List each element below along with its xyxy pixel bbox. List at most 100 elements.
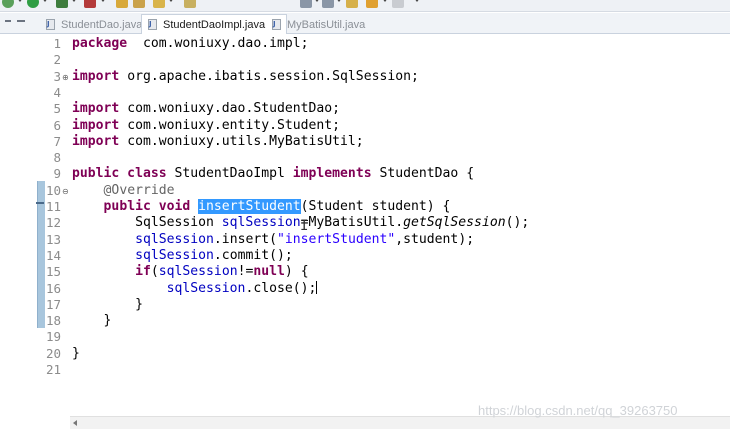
last-edit-icon[interactable] — [346, 0, 358, 8]
back-icon[interactable] — [366, 0, 378, 8]
code-token: import — [72, 101, 120, 117]
code-token: ) { — [284, 264, 309, 280]
tab-studentdaoimpl[interactable]: J StudentDaoImpl.java ✕ — [141, 14, 287, 35]
code-line[interactable]: 10 ⊖ @Override — [0, 183, 730, 199]
code-token: .close(); — [245, 280, 317, 296]
code-text: import com.woniuxy.dao.StudentDao; — [72, 101, 340, 117]
text-cursor-icon: I — [300, 218, 309, 234]
fold-toggle-icon[interactable]: ⊖ — [62, 187, 69, 196]
line-number: 4 — [53, 84, 61, 100]
code-line[interactable]: 16 sqlSession.close(); — [0, 280, 730, 297]
back-dropdown-icon[interactable] — [382, 0, 388, 2]
code-token: =MyBatisUtil. — [300, 215, 404, 231]
run-dropdown-icon[interactable] — [42, 0, 48, 2]
code-line[interactable]: 15 if(sqlSession!=null) { — [0, 264, 730, 280]
line-number: 12 — [45, 215, 61, 231]
open-folder-icon[interactable] — [133, 0, 145, 8]
line-number: 19 — [45, 329, 61, 345]
line-number: 3 — [53, 68, 61, 84]
code-line[interactable]: 12 SqlSession sqlSession=MyBatisUtil.get… — [0, 215, 730, 231]
java-file-icon: J — [271, 19, 282, 30]
maximize-icon[interactable] — [17, 20, 25, 22]
search-icon[interactable] — [153, 0, 165, 8]
code-line[interactable]: 11 public void insertStudent(Student stu… — [0, 199, 730, 215]
code-token: com.woniuxy.dao.StudentDao; — [119, 101, 341, 117]
line-number: 10 — [45, 182, 61, 198]
code-token: sqlSession — [135, 247, 214, 263]
tab-mybatisutil[interactable]: J MyBatisUtil.java — [266, 15, 371, 34]
code-editor[interactable]: 1 package com.woniuxy.dao.impl; 2 3 ⊕ import … — [0, 34, 730, 429]
next-annotation-dropdown-icon[interactable] — [314, 0, 320, 2]
line-number: 8 — [53, 150, 61, 166]
line-number: 2 — [53, 52, 61, 68]
line-number: 21 — [45, 362, 61, 377]
code-token: @Override — [103, 182, 175, 198]
line-number: 13 — [45, 231, 61, 247]
code-line[interactable]: 8 — [0, 150, 730, 166]
code-token: public void — [103, 199, 191, 214]
scroll-left-icon[interactable] — [73, 420, 77, 426]
code-line[interactable]: 18 } — [0, 313, 730, 329]
toggle-mark-icon[interactable] — [184, 0, 196, 8]
previous-annotation-dropdown-icon[interactable] — [336, 0, 342, 2]
code-token: sqlSession — [158, 264, 238, 280]
code-token: } — [72, 296, 143, 312]
line-number: 5 — [53, 101, 61, 117]
code-line[interactable]: 13 sqlSession.insert("insertStudent",stu… — [0, 232, 730, 248]
tab-label: StudentDaoImpl.java — [163, 18, 266, 31]
code-line[interactable]: 14 sqlSession.commit(); — [0, 248, 730, 264]
main-toolbar — [0, 0, 730, 12]
code-text: sqlSession.close(); — [72, 280, 318, 297]
watermark: https://blog.csdn.net/qq_39263750 — [478, 403, 678, 418]
tab-studentdao[interactable]: J StudentDao.java — [40, 15, 148, 34]
code-text: sqlSession.insert("insertStudent",studen… — [72, 232, 474, 248]
code-line[interactable]: 4 — [0, 85, 730, 101]
code-text: } — [72, 313, 112, 329]
code-line[interactable]: 19 — [0, 329, 730, 345]
code-token: getSqlSession — [403, 215, 506, 231]
open-type-icon[interactable] — [116, 0, 128, 8]
code-text: import com.woniuxy.utils.MyBatisUtil; — [72, 134, 364, 150]
forward-icon[interactable] — [392, 0, 404, 8]
debug-icon[interactable] — [2, 0, 14, 8]
code-line[interactable]: 21 — [0, 362, 730, 378]
code-token: org.apache.ibatis.session.SqlSession; — [119, 68, 419, 84]
code-token: ,student); — [395, 231, 475, 247]
code-line[interactable]: 5 import com.woniuxy.dao.StudentDao; — [0, 101, 730, 117]
line-number: 1 — [53, 36, 61, 51]
code-line[interactable]: 6 import com.woniuxy.entity.Student; — [0, 118, 730, 134]
search-dropdown-icon[interactable] — [168, 0, 174, 2]
code-token: import — [72, 117, 120, 133]
code-line[interactable]: 9 public class StudentDaoImpl implements … — [0, 166, 730, 182]
coverage-dropdown-icon[interactable] — [71, 0, 77, 2]
code-token: StudentDao { — [371, 166, 475, 182]
next-annotation-icon[interactable] — [300, 0, 312, 8]
code-text: public void insertStudent(Student studen… — [72, 199, 450, 215]
external-tools-icon[interactable] — [84, 0, 96, 8]
run-icon[interactable] — [27, 0, 39, 8]
code-text: } — [72, 297, 143, 313]
java-file-icon: J — [45, 19, 56, 30]
code-token: public class — [72, 166, 167, 182]
code-token: "insertStudent" — [277, 231, 396, 247]
line-number: 11 — [45, 199, 61, 214]
fold-toggle-icon[interactable]: ⊕ — [62, 73, 69, 82]
code-token: sqlSession — [166, 280, 246, 296]
minimize-icon[interactable] — [5, 20, 11, 22]
code-line[interactable]: 7 import com.woniuxy.utils.MyBatisUtil; — [0, 134, 730, 150]
code-line[interactable]: 17 } — [0, 297, 730, 313]
debug-dropdown-icon[interactable] — [17, 0, 23, 2]
code-text: @Override — [72, 183, 175, 199]
code-line[interactable]: 20} — [0, 346, 730, 362]
code-token: import — [72, 68, 120, 84]
code-text: import org.apache.ibatis.session.SqlSess… — [72, 69, 419, 85]
code-line[interactable]: 1 package com.woniuxy.dao.impl; — [0, 36, 730, 52]
coverage-icon[interactable] — [56, 0, 68, 8]
code-line[interactable]: 3 ⊕ import org.apache.ibatis.session.SqlSe… — [0, 69, 730, 85]
external-tools-dropdown-icon[interactable] — [100, 0, 106, 2]
forward-dropdown-icon[interactable] — [414, 0, 420, 2]
code-line[interactable]: 2 — [0, 52, 730, 68]
previous-annotation-icon[interactable] — [322, 0, 334, 8]
